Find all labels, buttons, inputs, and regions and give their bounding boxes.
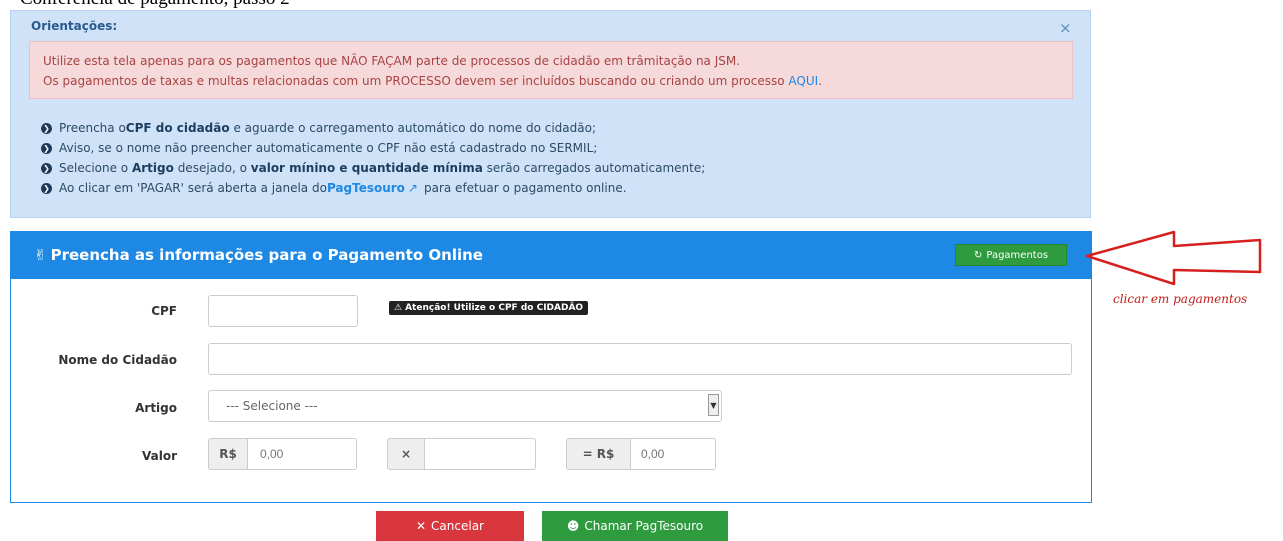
alert-line-2: Os pagamentos de taxas e multas relacion… (43, 74, 822, 88)
chevron-circle-right-icon: ❯ (41, 182, 52, 194)
refresh-icon: ↻ (973, 249, 983, 261)
cancel-button-label: Cancelar (431, 519, 484, 533)
warning-alert: Utilize esta tela apenas para os pagamen… (29, 41, 1073, 99)
bullet-text: Ao clicar em 'PAGAR' será aberta a janel… (59, 181, 327, 195)
list-item: ❯ Selecione o Artigo desejado, o valor m… (41, 158, 705, 178)
close-icon: ✕ (415, 519, 427, 533)
document-caption: Conferência de pagamento, passo 2 (20, 0, 290, 10)
bullet-text: desejado, o (177, 161, 247, 175)
external-link-icon[interactable]: ↗ (408, 181, 418, 195)
artigo-selected-value: --- Selecione --- (226, 399, 318, 413)
warning-icon: ⚠ (394, 303, 403, 313)
user-circle-icon: ☻ (566, 519, 580, 533)
bullet-text: e aguarde o carregamento automático do n… (233, 121, 596, 135)
bullet-text: Preencha o (59, 121, 126, 135)
chevron-circle-right-icon: ❯ (41, 162, 52, 174)
chamar-pagtesouro-button[interactable]: ☻ Chamar PagTesouro (542, 511, 728, 541)
artigo-select[interactable]: --- Selecione --- ▼ (208, 390, 722, 422)
valor-label: Valor (141, 449, 177, 463)
list-item: ❯ Preencha o CPF do cidadão e aguarde o … (41, 118, 705, 138)
cpf-warning-badge: ⚠ Atenção! Utilize o CPF do CIDADÃO (389, 301, 589, 315)
pagamentos-button-label: Pagamentos (986, 249, 1049, 261)
panel-header: ✌ Preencha as informações para o Pagament… (11, 232, 1091, 279)
quantidade-input[interactable] (424, 438, 536, 470)
list-item: ❯ Aviso, se o nome não preencher automat… (41, 138, 705, 158)
list-item: ❯ Ao clicar em 'PAGAR' será aberta a jan… (41, 178, 705, 198)
panel-title: ✌ Preencha as informações para o Pagament… (34, 246, 483, 264)
aqui-link[interactable]: AQUI (788, 74, 818, 88)
annotation-arrow (1085, 230, 1262, 286)
alert-line-2-end: . (818, 74, 822, 88)
bullet-bold: Artigo (131, 161, 174, 175)
cpf-input[interactable] (208, 295, 358, 327)
orientations-panel: Orientações: × Utilize esta tela apenas … (10, 10, 1091, 218)
nome-cidadao-input[interactable] (208, 343, 1072, 375)
pagtesouro-link[interactable]: PagTesouro (327, 181, 405, 195)
annotation-text: clicar em pagamentos (1113, 292, 1248, 306)
bullet-text: para efetuar o pagamento online. (423, 181, 627, 195)
hand-coin-icon: ✌ (34, 246, 47, 264)
valor-input[interactable] (247, 438, 357, 470)
cancel-button[interactable]: ✕ Cancelar (376, 511, 524, 541)
cpf-warning-text: Atenção! Utilize o CPF do CIDADÃO (405, 303, 584, 313)
chamar-pagtesouro-label: Chamar PagTesouro (584, 519, 704, 533)
alert-line-1: Utilize esta tela apenas para os pagamen… (43, 54, 741, 68)
bullet-text: serão carregados automaticamente; (486, 161, 706, 175)
chevron-circle-right-icon: ❯ (41, 122, 52, 134)
panel-title-text: Preencha as informações para o Pagamento… (50, 246, 483, 264)
instructions-list: ❯ Preencha o CPF do cidadão e aguarde o … (41, 118, 705, 198)
bullet-text: Aviso, se o nome não preencher automatic… (59, 141, 598, 155)
equals-addon: = R$ (566, 438, 631, 470)
alert-line-2-text: Os pagamentos de taxas e multas relacion… (43, 74, 789, 88)
nome-label: Nome do Cidadão (58, 353, 177, 367)
times-addon: × (387, 438, 425, 470)
total-input[interactable] (630, 438, 716, 470)
bullet-bold: CPF do cidadão (125, 121, 230, 135)
dropdown-arrow-icon[interactable]: ▼ (708, 394, 719, 416)
artigo-label: Artigo (135, 401, 177, 415)
payment-form-panel: ✌ Preencha as informações para o Pagament… (10, 231, 1092, 503)
pagamentos-button[interactable]: ↻ Pagamentos (955, 244, 1067, 266)
bullet-text: Selecione o (59, 161, 129, 175)
cpf-label: CPF (151, 304, 177, 318)
orientations-title: Orientações: (31, 19, 118, 33)
bullet-bold: valor mínino e quantidade mínima (250, 161, 483, 175)
chevron-circle-right-icon: ❯ (41, 142, 52, 154)
close-icon[interactable]: × (1059, 19, 1072, 37)
currency-addon: R$ (208, 438, 248, 470)
